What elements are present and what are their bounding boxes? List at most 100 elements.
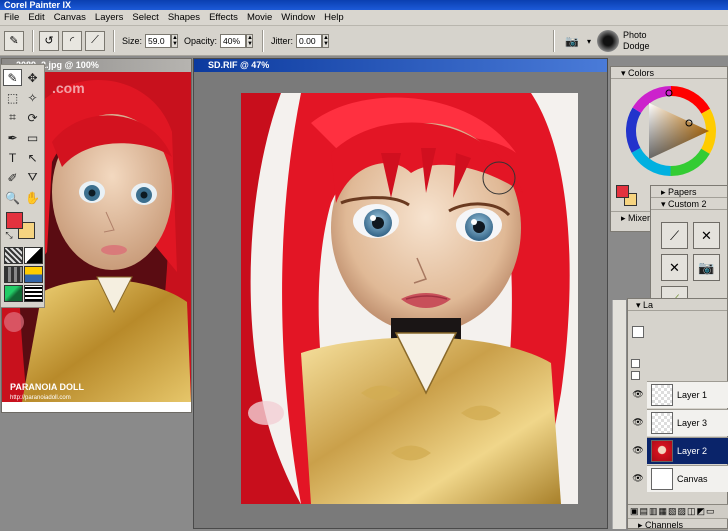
separator [113, 29, 115, 52]
size-label: Size: [122, 35, 143, 46]
opacity-field[interactable] [220, 33, 247, 48]
menu-item-select[interactable]: Select [132, 12, 158, 23]
reference-watermark: .com [52, 80, 85, 96]
rectangle-shape-icon[interactable]: ▭ [23, 129, 42, 146]
mixer-panel-header[interactable]: ▸ Mixer [611, 211, 651, 223]
toolbox: ✎ ✥ ⬚ ✧ ⌗ ⟳ ✒ ▭ T ↖ ✐ ⛛ 🔍 ✋ ⤡ [0, 64, 45, 308]
magnifier-icon[interactable]: 🔍 [3, 189, 22, 206]
app-title: Corel Painter IX [4, 0, 72, 10]
airbrush-icon[interactable]: ✕ [661, 254, 688, 281]
paper-selector-icon[interactable] [4, 247, 23, 264]
menu-item-shapes[interactable]: Shapes [168, 12, 200, 23]
crop-tool-icon[interactable]: ⌗ [3, 109, 22, 126]
weaving-selector-icon[interactable] [24, 266, 43, 283]
size-field[interactable] [145, 33, 172, 48]
mixer-panel-title: Mixer [628, 213, 651, 223]
layers-panel-header[interactable]: ▾ La [628, 299, 727, 311]
primary-color-swatch[interactable] [6, 212, 23, 229]
menu-item-movie[interactable]: Movie [247, 12, 272, 23]
separator [32, 29, 34, 52]
photo-brush-icon[interactable]: 📷 [693, 254, 720, 281]
gradient-selector-icon[interactable] [24, 247, 43, 264]
menu-item-window[interactable]: Window [281, 12, 315, 23]
layer-row[interactable]: Canvas [647, 465, 728, 492]
pattern-selector-icon[interactable] [4, 266, 23, 283]
separator [553, 30, 555, 52]
papers-panel-title: Papers [668, 187, 697, 197]
text-tool-icon[interactable]: T [3, 149, 22, 166]
menu-item-canvas[interactable]: Canvas [54, 12, 86, 23]
papers-panel-header[interactable]: ▸ Papers [651, 186, 727, 198]
layer-visibility-eye-icon[interactable]: 👁 [631, 409, 645, 436]
brush-selector[interactable]: 📷 ▾ Photo Dodge [548, 26, 650, 56]
layer-thumbnail [651, 440, 673, 462]
layer-name: Layer 3 [677, 418, 708, 428]
grabber-hand-icon[interactable]: ✋ [23, 189, 42, 206]
menu-item-file[interactable]: File [4, 12, 19, 23]
jitter-label: Jitter: [271, 35, 294, 46]
layer-option-checkbox[interactable] [631, 371, 640, 380]
jitter-field[interactable] [296, 33, 323, 48]
menu-item-effects[interactable]: Effects [209, 12, 238, 23]
paint-bucket-icon[interactable]: ⛛ [23, 169, 42, 186]
brush-tool-icon[interactable]: ✎ [4, 30, 24, 51]
rectangular-selection-icon[interactable]: ⬚ [3, 89, 22, 106]
brush-variant[interactable]: Dodge [623, 41, 650, 52]
layer-visibility-eye-icon[interactable]: 👁 [631, 465, 645, 492]
colors-panel-title: Colors [628, 68, 655, 78]
brush-tool-icon[interactable]: ✎ [3, 69, 22, 86]
painting-document-window[interactable]: SD.RIF @ 47% [193, 58, 608, 529]
reference-caption: PARANOIA DOLL [10, 382, 84, 392]
layer-name: Layer 1 [677, 390, 708, 400]
panel-primary-swatch[interactable] [616, 185, 629, 198]
colors-panel-header[interactable]: ▾ Colors [611, 67, 727, 79]
menu-item-layers[interactable]: Layers [95, 12, 124, 23]
painting-canvas[interactable] [241, 93, 578, 504]
layer-row[interactable]: Layer 1 [647, 381, 728, 408]
opacity-label: Opacity: [184, 35, 218, 46]
layer-row[interactable]: Layer 3 [647, 409, 728, 436]
magic-wand-icon[interactable]: ✧ [23, 89, 42, 106]
layer-visibility-eye-icon[interactable]: 👁 [631, 437, 645, 464]
layer-adjuster-icon[interactable]: ✥ [23, 69, 42, 86]
nozzle-selector-icon[interactable] [4, 285, 23, 302]
opacity-spin-button[interactable]: ▲ ▼ [246, 33, 254, 48]
menu-bar: File Edit Canvas Layers Select Shapes Effects M… [0, 10, 728, 26]
doll-painting [241, 93, 578, 504]
reset-tool-icon[interactable]: ↺ [39, 30, 59, 51]
layers-panel: ▾ La 👁 Layer 1 👁 Layer 3 👁 Layer 2 👁 Canvas ▣▤▥… [627, 298, 728, 530]
shape-selection-icon[interactable]: ↖ [23, 149, 42, 166]
brush-category[interactable]: Photo [623, 30, 650, 41]
transform-icon[interactable]: ⟳ [23, 109, 42, 126]
color-wheel[interactable] [611, 81, 727, 181]
camera-icon[interactable]: 📷 [560, 31, 584, 51]
pencil-brush-icon[interactable]: ⟋ [661, 222, 688, 249]
menu-item-edit[interactable]: Edit [28, 12, 44, 23]
channels-panel-header[interactable]: ▸ Channels [628, 518, 728, 530]
layer-visibility-eye-icon[interactable]: 👁 [631, 381, 645, 408]
reference-url: http://paranoiadoll.com [10, 395, 71, 401]
painting-window-titlebar[interactable]: SD.RIF @ 47% [194, 59, 607, 72]
straight-line-icon[interactable]: ⟋ [85, 30, 105, 51]
pen-tool-icon[interactable]: ✒ [3, 129, 22, 146]
dropdown-arrow-icon[interactable]: ▾ [587, 37, 591, 46]
layers-scrollbar[interactable] [612, 300, 626, 529]
look-selector-icon[interactable] [24, 285, 43, 302]
dropper-tool-icon[interactable]: ✐ [3, 169, 22, 186]
layer-thumbnail [651, 468, 673, 490]
blender-brush-icon[interactable]: ✕ [693, 222, 720, 249]
stroke-type-icon[interactable]: ◜ [62, 30, 82, 51]
preserve-transparency-checkbox[interactable] [632, 326, 644, 338]
layer-row[interactable]: Layer 2 [647, 437, 728, 464]
layer-commands-bar[interactable]: ▣▤▥▦▧▨◫◩▭ [628, 504, 728, 518]
jitter-spin-button[interactable]: ▲ ▼ [322, 33, 330, 48]
layers-panel-title: La [643, 300, 654, 310]
custom-palette-header[interactable]: ▾ Custom 2 [651, 198, 727, 210]
pick-up-underlying-checkbox[interactable] [631, 359, 640, 368]
menu-item-help[interactable]: Help [324, 12, 344, 23]
swap-colors-icon[interactable]: ⤡ [3, 230, 15, 240]
layer-thumbnail [651, 384, 673, 406]
brush-dab-icon[interactable] [597, 30, 620, 52]
size-spin-button[interactable]: ▲ ▼ [171, 33, 179, 48]
layer-name: Layer 2 [677, 446, 708, 456]
